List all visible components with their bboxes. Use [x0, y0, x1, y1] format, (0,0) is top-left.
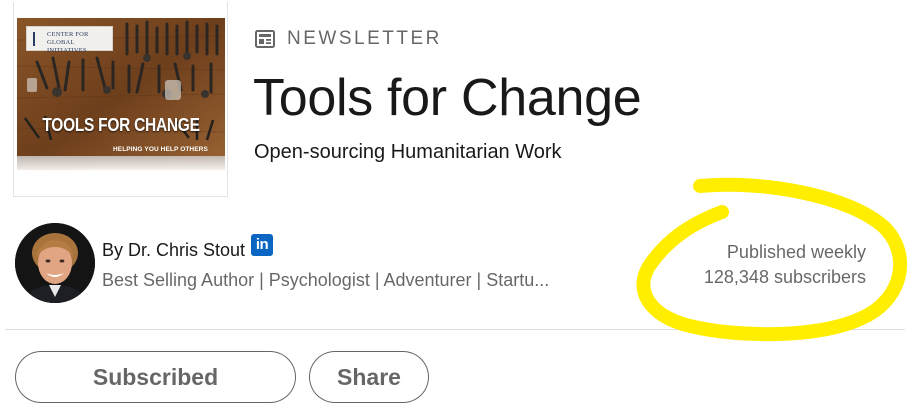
share-button[interactable]: Share	[309, 351, 429, 403]
newsletter-cover: Center for Global Initiatives TOOLS FOR …	[13, 2, 228, 197]
author-headline: Best Selling Author | Psychologist | Adv…	[102, 270, 550, 290]
newsletter-icon	[255, 29, 275, 49]
newsletter-label: NEWSLETTER	[287, 28, 442, 49]
author-by-label: By	[102, 240, 124, 260]
cover-logo-line1: Center for	[47, 31, 89, 38]
cover-title: TOOLS FOR CHANGE	[42, 115, 200, 135]
linkedin-icon: in	[251, 234, 274, 256]
subscribed-button[interactable]: Subscribed	[15, 351, 296, 403]
divider	[5, 329, 905, 330]
cover-logo-line2: Global Initiatives	[47, 39, 87, 54]
cover-logo: Center for Global Initiatives	[26, 26, 113, 54]
author-avatar[interactable]	[15, 223, 95, 303]
publication-frequency: Published weekly	[726, 242, 866, 262]
cover-subtitle: Helping you help others	[113, 146, 208, 153]
newsletter-title: Tools for Change	[253, 69, 642, 127]
cover-image: Center for Global Initiatives TOOLS FOR …	[17, 18, 225, 170]
author-name-link[interactable]: Dr. Chris Stout	[128, 240, 245, 261]
author-line: By Dr. Chris Stout in	[102, 234, 274, 261]
cover-reflection	[17, 156, 225, 170]
newsletter-description: Open-sourcing Humanitarian Work	[254, 141, 562, 163]
publication-meta: Published weekly 128,348 subscribers	[704, 240, 866, 290]
subscriber-count: 128,348 subscribers	[703, 267, 866, 287]
newsletter-label-row: NEWSLETTER	[255, 28, 442, 50]
cover-logo-mark	[33, 32, 45, 46]
